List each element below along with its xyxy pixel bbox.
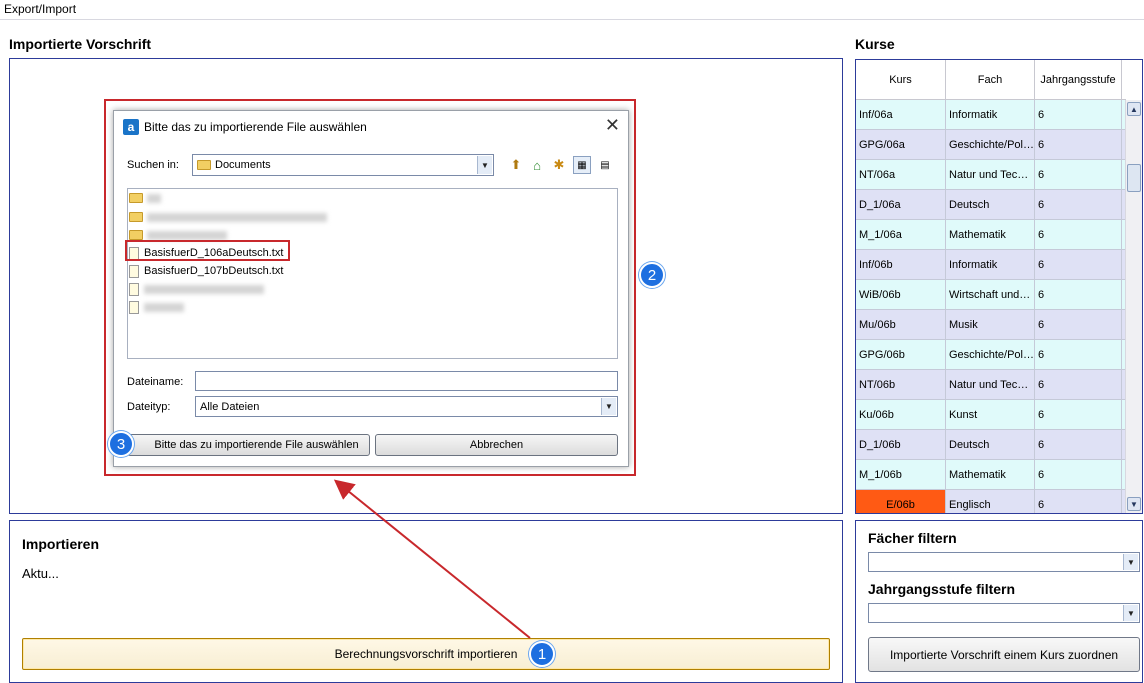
folder-icon (197, 160, 211, 170)
app-logo-icon: a (123, 119, 139, 135)
open-file-button-label: Bitte das zu importierende File auswähle… (154, 439, 359, 451)
file-open-dialog[interactable]: a Bitte das zu importierende File auswäh… (113, 110, 629, 467)
list-item[interactable] (129, 281, 264, 297)
folder-icon (129, 193, 143, 203)
filename-label: Dateiname: (127, 376, 184, 388)
folder-icon (129, 212, 143, 222)
open-file-button[interactable]: Bitte das zu importierende File auswähle… (127, 434, 370, 456)
step-marker-1: 1 (529, 641, 555, 667)
cancel-button[interactable]: Abbrechen (375, 434, 618, 456)
file-highlight-frame (125, 240, 290, 261)
file-list[interactable]: BasisfuerD_106aDeutsch.txt BasisfuerD_10… (127, 188, 618, 359)
new-folder-icon[interactable]: ✱ (550, 156, 568, 174)
filename-input[interactable] (195, 371, 618, 391)
list-item[interactable] (129, 209, 327, 225)
dialog-toolbar: ⬆ ⌂ ✱ ▦ ▤ (507, 156, 622, 176)
cancel-button-label: Abbrechen (469, 439, 524, 451)
text-file-icon (129, 282, 139, 296)
step-marker-3: 3 (108, 431, 134, 457)
filetype-label: Dateityp: (127, 401, 171, 413)
look-in-value: Documents (215, 159, 271, 171)
text-file-icon (129, 300, 139, 314)
list-view-icon[interactable]: ▦ (573, 156, 591, 174)
list-item[interactable] (129, 190, 161, 206)
filetype-value: Alle Dateien (200, 400, 260, 413)
chevron-down-icon[interactable]: ▼ (601, 398, 616, 415)
folder-icon (129, 230, 143, 240)
chevron-down-icon[interactable]: ▼ (477, 156, 492, 174)
list-item-file-107b[interactable]: BasisfuerD_107bDeutsch.txt (129, 263, 283, 279)
look-in-select[interactable]: Documents ▼ (192, 154, 494, 176)
step-marker-2: 2 (639, 262, 665, 288)
details-view-icon[interactable]: ▤ (596, 156, 614, 174)
home-icon[interactable]: ⌂ (528, 156, 546, 174)
up-folder-icon[interactable]: ⬆ (507, 156, 525, 174)
filetype-select[interactable]: Alle Dateien ▼ (195, 396, 618, 417)
close-icon[interactable]: ✕ (605, 115, 620, 136)
look-in-label: Suchen in: (127, 159, 179, 171)
text-file-icon (129, 264, 139, 278)
dialog-title: Bitte das zu importierende File auswähle… (144, 120, 367, 134)
list-item[interactable] (129, 299, 184, 315)
